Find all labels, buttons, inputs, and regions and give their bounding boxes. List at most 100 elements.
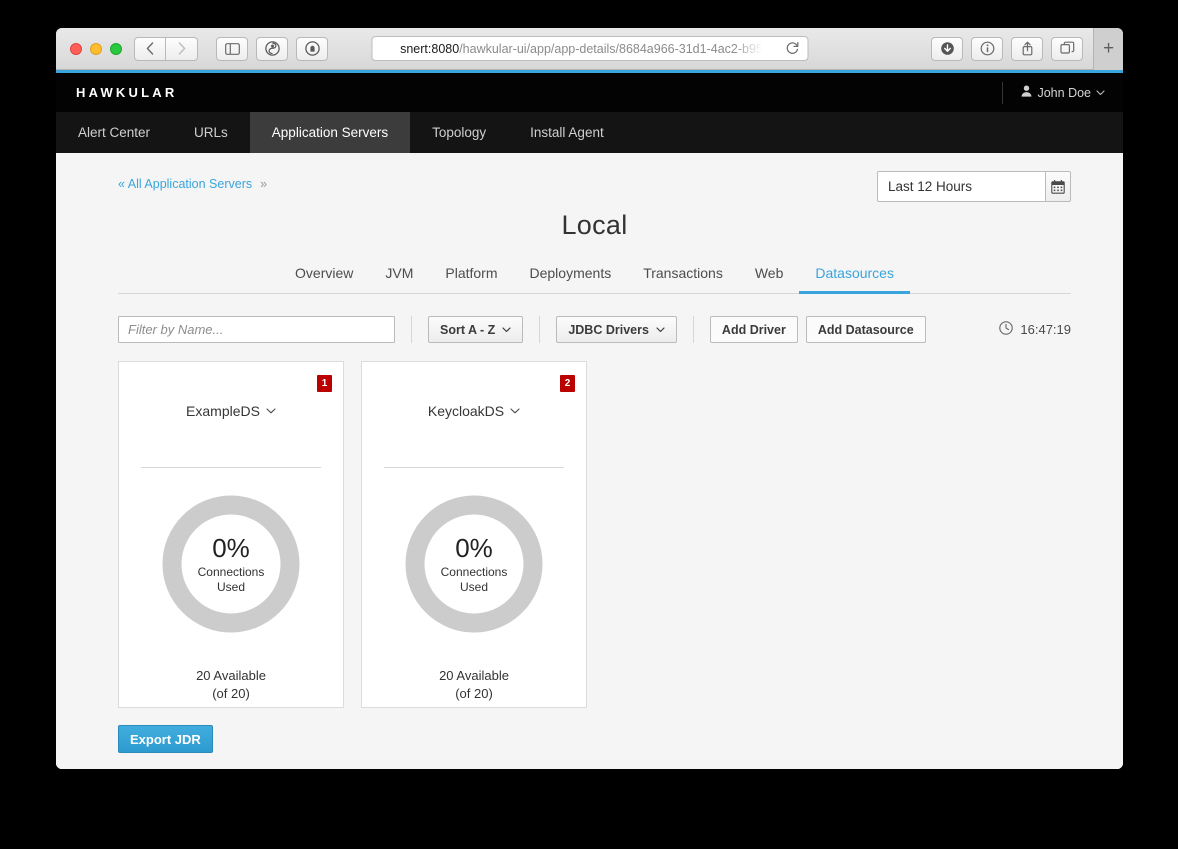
nav-tab-urls[interactable]: URLs — [172, 112, 250, 153]
chevron-down-icon — [510, 406, 520, 417]
maximize-window-button[interactable] — [110, 42, 122, 55]
toolbar-right-group: + — [923, 28, 1123, 70]
toolbar-divider — [539, 316, 541, 343]
clock-icon — [999, 321, 1014, 338]
breadcrumb: « All Application Servers » — [118, 171, 267, 191]
url-text: snert:8080/hawkular-ui/app/app-details/8… — [400, 42, 763, 56]
user-menu[interactable]: John Doe — [1002, 81, 1105, 104]
gauge-percent: 0% — [212, 532, 250, 563]
page-title: Local — [561, 210, 628, 240]
datasources-toolbar: Filter by Name... Sort A - Z JDBC Driver… — [118, 316, 1071, 343]
breadcrumb-all-application-servers-link[interactable]: « All Application Servers — [118, 177, 252, 191]
connection-stats: 20 Available (of 20) — [439, 667, 509, 703]
browser-window: snert:8080/hawkular-ui/app/app-details/8… — [56, 28, 1123, 769]
clock-time: 16:47:19 — [1020, 322, 1071, 337]
url-path: /hawkular-ui/app/app-details/8684a966-31… — [459, 41, 763, 56]
gauge-caption-line2: Used — [216, 580, 245, 595]
add-driver-button[interactable]: Add Driver — [709, 316, 798, 343]
tab-overview[interactable]: Overview — [279, 257, 369, 294]
status-badge: 1 — [317, 375, 332, 392]
gauge-caption: Connections Used — [198, 565, 265, 595]
page-content: « All Application Servers » Last 12 Hours — [66, 153, 1113, 753]
download-icon[interactable] — [931, 36, 963, 61]
time-range-input[interactable]: Last 12 Hours — [877, 171, 1045, 202]
last-updated: 16:47:19 — [999, 321, 1071, 338]
connections-used-gauge: 0% Connections Used — [404, 494, 544, 634]
brand-logo[interactable]: HAWKULAR — [76, 85, 177, 100]
nav-tab-install-agent[interactable]: Install Agent — [508, 112, 626, 153]
gauge-percent: 0% — [455, 532, 493, 563]
reader-icon[interactable] — [256, 36, 288, 61]
url-host: snert:8080 — [400, 41, 460, 56]
breadcrumb-separator: » — [260, 177, 268, 191]
user-icon — [1021, 85, 1032, 100]
nav-tab-application-servers[interactable]: Application Servers — [249, 112, 411, 153]
action-buttons: Add Driver Add Datasource — [709, 316, 934, 343]
jdbc-drivers-label: JDBC Drivers — [568, 322, 649, 337]
datasource-card[interactable]: 2 KeycloakDS 0% Connections Used 20 Avai… — [361, 361, 587, 708]
tab-transactions[interactable]: Transactions — [627, 257, 739, 294]
chevron-down-icon — [266, 406, 276, 417]
new-tab-button[interactable]: + — [1093, 28, 1123, 70]
reload-icon[interactable] — [785, 41, 799, 57]
chevron-down-icon — [656, 325, 665, 335]
share-icon[interactable] — [1011, 36, 1043, 61]
gauge-caption: Connections Used — [441, 565, 508, 595]
nav-tab-alert-center[interactable]: Alert Center — [56, 112, 172, 153]
toolbar-divider — [692, 316, 694, 343]
export-jdr-button[interactable]: Export JDR — [118, 725, 213, 753]
address-bar[interactable]: snert:8080/hawkular-ui/app/app-details/8… — [371, 36, 808, 61]
tabs-icon[interactable] — [1051, 36, 1083, 61]
back-button[interactable] — [134, 36, 166, 61]
datasource-name-dropdown[interactable]: KeycloakDS — [428, 403, 520, 419]
filter-input[interactable]: Filter by Name... — [118, 316, 395, 343]
nav-tab-topology[interactable]: Topology — [410, 112, 508, 153]
sort-dropdown-label: Sort A - Z — [440, 322, 496, 337]
forward-button[interactable] — [166, 36, 198, 61]
datasource-cards: 1 ExampleDS 0% Connections Used 20 Avail… — [118, 361, 1071, 708]
app-header: HAWKULAR John Doe — [56, 73, 1123, 112]
datasource-name: KeycloakDS — [427, 403, 505, 419]
add-datasource-button[interactable]: Add Datasource — [805, 316, 926, 343]
toolbar-divider — [411, 316, 412, 343]
datasource-name: ExampleDS — [186, 403, 260, 419]
available-count: 20 Available — [439, 668, 509, 683]
tab-platform[interactable]: Platform — [429, 257, 513, 294]
window-controls — [64, 42, 134, 55]
calendar-icon[interactable] — [1045, 171, 1071, 202]
gauge-caption-line1: Connections — [440, 565, 508, 580]
sort-dropdown[interactable]: Sort A - Z — [428, 316, 524, 343]
sub-tab-bar: Overview JVM Platform Deployments Transa… — [118, 257, 1071, 294]
connections-used-gauge: 0% Connections Used — [161, 494, 301, 634]
time-range-picker: Last 12 Hours — [877, 171, 1071, 202]
sidebar-icon[interactable] — [216, 36, 248, 61]
datasource-name-dropdown[interactable]: ExampleDS — [186, 403, 276, 419]
browser-toolbar: snert:8080/hawkular-ui/app/app-details/8… — [56, 28, 1123, 70]
top-line: « All Application Servers » Last 12 Hours — [118, 171, 1071, 202]
toolbar-left-group — [208, 36, 328, 61]
tab-deployments[interactable]: Deployments — [514, 257, 628, 294]
datasource-card[interactable]: 1 ExampleDS 0% Connections Used 20 Avail… — [118, 361, 344, 708]
jdbc-drivers-dropdown[interactable]: JDBC Drivers — [556, 316, 677, 343]
card-divider — [141, 467, 321, 468]
user-name: John Doe — [1037, 85, 1091, 100]
total-count: (of 20) — [212, 686, 250, 702]
tab-datasources[interactable]: Datasources — [799, 257, 910, 294]
navigation-buttons — [134, 36, 198, 61]
gauge-label: 0% Connections Used — [161, 494, 301, 634]
main-navigation: Alert Center URLs Application Servers To… — [56, 112, 1123, 153]
shield-icon[interactable] — [296, 36, 328, 61]
info-icon[interactable] — [971, 36, 1003, 61]
chevron-down-icon — [502, 325, 511, 335]
gauge-caption-line1: Connections — [197, 565, 265, 580]
close-window-button[interactable] — [70, 42, 82, 55]
total-count: (of 20) — [455, 686, 493, 702]
content-wrapper: « All Application Servers » Last 12 Hours — [56, 153, 1123, 769]
gauge-caption-line2: Used — [459, 580, 488, 595]
minimize-window-button[interactable] — [90, 42, 102, 55]
tab-web[interactable]: Web — [739, 257, 800, 294]
tab-jvm[interactable]: JVM — [369, 257, 429, 294]
card-divider — [384, 467, 564, 468]
status-badge: 2 — [560, 375, 575, 392]
available-count: 20 Available — [196, 668, 266, 683]
